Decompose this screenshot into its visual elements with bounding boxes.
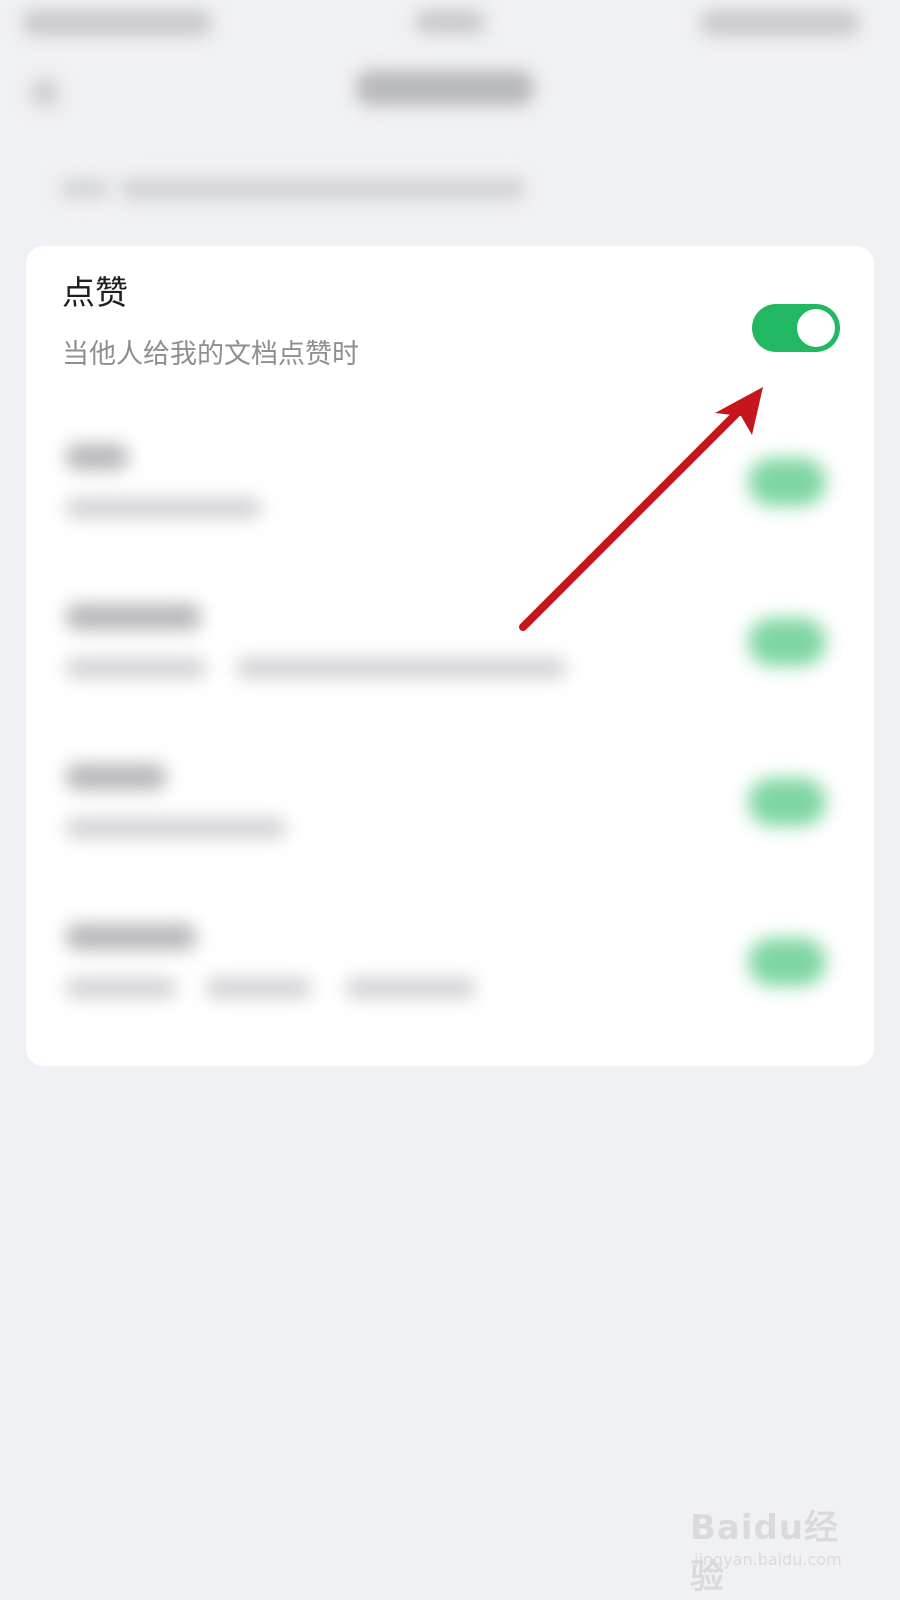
baidu-jingyan-watermark: Baidu经验 jingyan.baidu.com: [690, 1500, 865, 1597]
blurred-toggle[interactable]: [748, 618, 826, 666]
blurred-row-title: [66, 764, 166, 790]
setting-description: 当他人给我的文档点赞时: [62, 339, 359, 370]
blurred-row-desc: [66, 978, 176, 998]
blurred-row-desc: [66, 658, 206, 678]
blurred-toggle[interactable]: [748, 938, 826, 986]
blurred-row-3: [26, 726, 874, 886]
blurred-row-4: [26, 886, 874, 1046]
blurred-row-title: [66, 924, 196, 950]
blurred-row-desc: [206, 978, 311, 998]
like-notification-toggle[interactable]: [752, 304, 840, 352]
watermark-logo: Baidu经验: [690, 1508, 840, 1597]
blurred-row-title: [66, 604, 201, 630]
hint-icon: [60, 180, 110, 198]
blurred-row-desc: [66, 818, 286, 838]
back-icon[interactable]: [30, 78, 60, 108]
blurred-row-desc: [236, 658, 566, 678]
settings-card: 点赞 当他人给我的文档点赞时: [26, 246, 874, 1066]
setting-title: 点赞: [62, 273, 128, 312]
blurred-row-2: [26, 566, 874, 726]
blurred-row-1: [26, 406, 874, 566]
setting-row-like: 点赞 当他人给我的文档点赞时: [26, 246, 874, 406]
blurred-toggle[interactable]: [748, 458, 826, 506]
status-bar-left: [22, 10, 212, 36]
hint-text: [120, 178, 525, 200]
status-bar-right: [700, 10, 860, 36]
blurred-toggle[interactable]: [748, 778, 826, 826]
toggle-knob: [797, 309, 835, 347]
status-bar-center: [415, 10, 485, 34]
notification-settings-screen: 点赞 当他人给我的文档点赞时 Baidu经验 jingyan.baidu.com: [0, 0, 900, 1600]
blurred-settings-list: [26, 406, 874, 1066]
blurred-row-title: [66, 444, 128, 470]
watermark-url: jingyan.baidu.com: [694, 1550, 842, 1569]
blurred-row-desc: [346, 978, 476, 998]
blurred-row-desc: [66, 498, 261, 518]
page-title: [355, 70, 535, 106]
